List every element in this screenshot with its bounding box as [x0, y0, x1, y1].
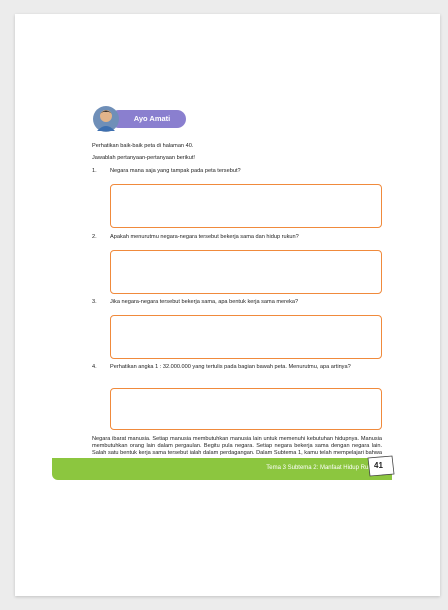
page-footer: Tema 3 Subtema 2: Manfaat Hidup Rukun 41	[52, 455, 412, 480]
intro-line-2: Jawablah pertanyaan-pertanyaan berikut!	[92, 155, 195, 161]
answer-box-3[interactable]	[110, 315, 382, 359]
question-4-text: Perhatikan angka 1 : 32.000.000 yang ter…	[110, 364, 351, 370]
question-2-number: 2.	[92, 234, 97, 240]
answer-box-4[interactable]	[110, 388, 382, 430]
answer-box-2[interactable]	[110, 250, 382, 294]
answer-box-1[interactable]	[110, 184, 382, 228]
footer-theme-text: Tema 3 Subtema 2: Manfaat Hidup Rukun	[266, 465, 378, 471]
question-3-number: 3.	[92, 299, 97, 305]
page-number-badge: 41	[366, 454, 396, 478]
question-1-number: 1.	[92, 168, 97, 174]
student-avatar-icon	[92, 105, 120, 133]
question-4-number: 4.	[92, 364, 97, 370]
question-2-text: Apakah menurutmu negara-negara tersebut …	[110, 234, 299, 240]
section-title: Ayo Amati	[110, 110, 186, 128]
section-header: Ayo Amati	[92, 105, 212, 133]
question-1-text: Negara mana saja yang tampak pada peta t…	[110, 168, 241, 174]
page-number: 41	[374, 461, 383, 470]
question-3-text: Jika negara-negara tersebut bekerja sama…	[110, 299, 299, 305]
intro-line-1: Perhatikan baik-baik peta di halaman 40.	[92, 143, 194, 149]
